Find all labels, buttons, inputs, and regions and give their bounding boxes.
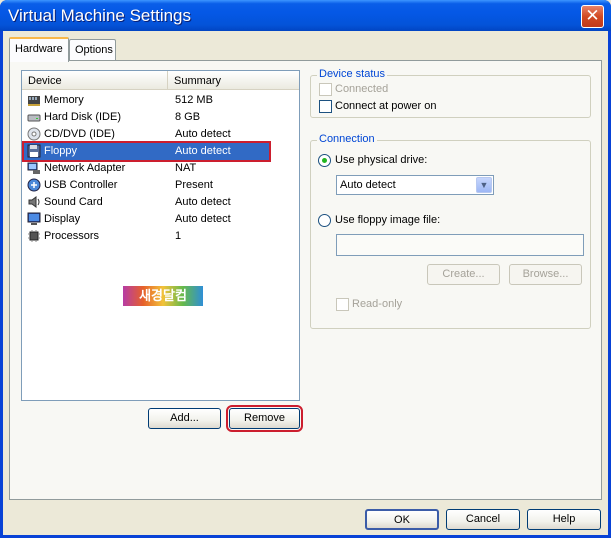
remove-button[interactable]: Remove — [226, 405, 303, 432]
device-row-memory[interactable]: Memory 512 MB — [24, 92, 269, 109]
browse-button[interactable]: Browse... — [509, 264, 582, 285]
watermark-logo: 새경달컴 — [123, 286, 203, 306]
device-list[interactable]: Device Summary Memory 512 MB Hard Disk (… — [21, 70, 300, 401]
device-summary: Auto detect — [175, 145, 231, 157]
device-summary: Present — [175, 179, 213, 191]
device-row-cd-dvd[interactable]: CD/DVD (IDE) Auto detect — [24, 126, 269, 143]
ok-button[interactable]: OK — [365, 509, 439, 530]
connected-label: Connected — [335, 83, 389, 95]
cd-dvd-icon — [27, 127, 41, 141]
device-summary: Auto detect — [175, 196, 231, 208]
device-row-display[interactable]: Display Auto detect — [24, 211, 269, 228]
floppy-icon — [27, 144, 41, 158]
read-only-checkbox[interactable] — [336, 298, 349, 311]
floppy-image-path-input[interactable] — [336, 234, 584, 256]
device-row-floppy[interactable]: Floppy Auto detect — [22, 141, 271, 162]
hard-disk-icon — [27, 114, 41, 122]
device-name: Memory — [44, 94, 84, 106]
physical-drive-select[interactable]: Auto detect ▼ — [336, 175, 494, 195]
tab-options[interactable]: Options — [69, 39, 116, 61]
use-physical-drive-radio[interactable] — [318, 154, 331, 167]
use-physical-drive-label: Use physical drive: — [335, 154, 428, 166]
help-button[interactable]: Help — [527, 509, 601, 530]
read-only-label: Read-only — [352, 298, 403, 310]
chevron-down-icon[interactable]: ▼ — [476, 177, 492, 193]
sound-card-icon — [28, 196, 40, 208]
device-name: Floppy — [44, 145, 78, 157]
network-adapter-icon — [27, 162, 40, 174]
device-name: Hard Disk (IDE) — [44, 111, 122, 123]
device-summary: 1 — [175, 230, 182, 242]
use-floppy-image-radio[interactable] — [318, 214, 331, 227]
device-status-group: Device status Connected Connect at power… — [310, 68, 591, 118]
physical-drive-value: Auto detect — [340, 179, 396, 191]
device-row-network-adapter[interactable]: Network Adapter NAT — [24, 160, 269, 177]
device-name: Sound Card — [44, 196, 103, 208]
settings-window: Virtual Machine Settings ✕ Hardware Opti… — [0, 0, 611, 538]
device-status-title: Device status — [317, 68, 388, 80]
device-row-hard-disk[interactable]: Hard Disk (IDE) 8 GB — [24, 109, 269, 126]
device-summary: NAT — [175, 162, 197, 174]
title-bar[interactable]: Virtual Machine Settings ✕ — [0, 0, 611, 31]
device-name: USB Controller — [44, 179, 118, 191]
create-button[interactable]: Create... — [427, 264, 500, 285]
add-button[interactable]: Add... — [148, 408, 221, 429]
device-row-processors[interactable]: Processors 1 — [24, 228, 269, 245]
dialog-footer: OK Cancel Help — [3, 505, 608, 535]
column-summary[interactable]: Summary — [168, 71, 299, 90]
use-floppy-image-label: Use floppy image file: — [335, 214, 441, 226]
device-summary: 8 GB — [175, 111, 201, 123]
connected-checkbox[interactable] — [319, 83, 332, 96]
connect-at-power-on-checkbox[interactable] — [319, 100, 332, 113]
device-name: Processors — [44, 230, 100, 242]
tab-hardware[interactable]: Hardware — [9, 37, 69, 62]
connection-title: Connection — [317, 133, 377, 145]
column-device[interactable]: Device — [22, 71, 168, 90]
device-name: CD/DVD (IDE) — [44, 128, 115, 140]
display-icon — [27, 212, 41, 225]
device-name: Display — [44, 213, 81, 225]
dialog-client: Hardware Options Device Summary Memory 5… — [3, 31, 608, 535]
usb-controller-icon — [27, 178, 41, 192]
window-title: Virtual Machine Settings — [8, 6, 192, 25]
device-summary: Auto detect — [175, 213, 231, 225]
close-icon: ✕ — [585, 6, 600, 25]
connection-group: Connection Use physical drive: Auto dete… — [310, 133, 591, 329]
connect-at-power-on-label: Connect at power on — [335, 100, 437, 112]
device-name: Network Adapter — [44, 162, 126, 174]
device-list-header: Device Summary — [22, 71, 299, 90]
device-row-sound-card[interactable]: Sound Card Auto detect — [24, 194, 269, 211]
device-summary: Auto detect — [175, 128, 231, 140]
device-summary: 512 MB — [175, 94, 213, 106]
hardware-panel: Device Summary Memory 512 MB Hard Disk (… — [9, 60, 602, 500]
device-row-usb-controller[interactable]: USB Controller Present — [24, 177, 269, 194]
close-button[interactable]: ✕ — [581, 5, 604, 28]
cancel-button[interactable]: Cancel — [446, 509, 520, 530]
processors-icon — [28, 230, 40, 242]
memory-icon — [28, 96, 40, 106]
